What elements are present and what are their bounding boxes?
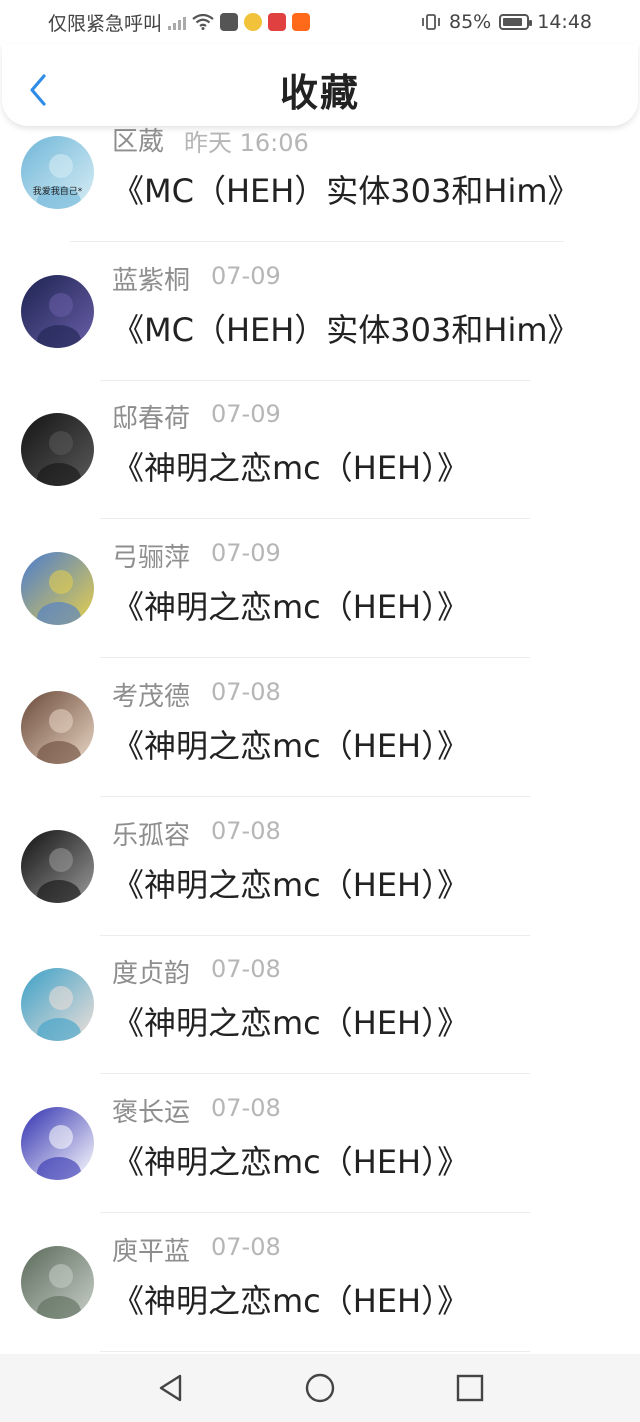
divider [100,1211,530,1213]
divider [100,1350,530,1352]
favorite-content[interactable]: 《MC（HEH）实体303和Him》 [112,166,580,212]
nav-recents-button[interactable] [450,1368,490,1408]
page-title: 收藏 [279,70,360,115]
signal-icon [168,14,187,30]
favorites-list[interactable]: 我爱我自己* 区葳 昨天 16:06 《MC（HEH）实体303和Him》 蓝紫桐 07-… [0,126,640,1354]
favorite-content[interactable]: 《MC（HEH）实体303和Him》 [112,305,580,351]
avatar[interactable] [21,274,94,348]
sender-name: 度贞韵 [112,959,191,990]
avatar[interactable] [21,552,94,626]
favorite-content[interactable]: 《神明之恋mc（HEH）》 [112,1137,469,1183]
circle-home-icon [305,1373,335,1403]
favorite-content[interactable]: 《神明之恋mc（HEH）》 [112,998,469,1044]
favorite-content[interactable]: 《神明之恋mc（HEH）》 [112,1276,469,1322]
nav-back-button[interactable] [150,1368,190,1408]
divider [70,241,564,242]
emoji-app-icon [244,13,263,31]
sender-name: 褒长运 [112,1097,191,1128]
divider [100,1073,530,1075]
avatar[interactable]: 我爱我自己* [21,136,94,209]
sender-name: 乐孤容 [112,820,191,851]
book-app-icon [268,13,287,31]
list-item[interactable]: 度贞韵 07-08 《神明之恋mc（HEH）》 [0,946,640,1085]
list-item[interactable]: 考茂德 07-08 《神明之恋mc（HEH）》 [0,669,640,808]
chevron-left-icon [30,74,46,106]
divider [100,518,530,520]
battery-percent: 85% [449,11,492,33]
sender-name: 区葳 [112,127,165,157]
avatar[interactable] [21,1245,94,1319]
status-right: 85% 14:48 [421,11,592,33]
avatar[interactable] [21,413,94,487]
avatar[interactable] [21,690,94,764]
message-app-icon [220,13,239,31]
timestamp: 07-09 [211,261,281,290]
taobao-app-icon [292,13,311,31]
status-bar: 仅限紧急呼叫 85% 14:48 [0,0,640,44]
timestamp: 07-08 [211,816,281,845]
divider [100,934,530,936]
timestamp: 07-08 [211,955,281,984]
navigation-bar [0,1354,640,1422]
back-button[interactable] [24,72,54,108]
divider [100,795,530,797]
sender-name: 庾平蓝 [112,1236,191,1267]
list-item[interactable]: 蓝紫桐 07-09 《MC（HEH）实体303和Him》 [0,253,640,392]
status-left: 仅限紧急呼叫 [48,9,311,36]
triangle-back-icon [159,1374,182,1402]
wifi-icon [192,14,214,30]
timestamp: 07-08 [211,1232,281,1261]
avatar-caption: 我爱我自己* [32,187,83,197]
header: 收藏 [2,44,638,126]
avatar[interactable] [21,1106,94,1180]
timestamp: 07-08 [211,677,281,706]
list-item[interactable]: 褒长运 07-08 《神明之恋mc（HEH）》 [0,1085,640,1224]
avatar[interactable] [21,829,94,903]
timestamp: 昨天 16:06 [184,129,309,157]
square-recents-icon [456,1374,484,1402]
divider [100,379,530,381]
battery-icon [499,14,533,30]
list-item[interactable]: 我爱我自己* 区葳 昨天 16:06 《MC（HEH）实体303和Him》 [0,126,640,253]
avatar[interactable] [21,968,94,1042]
list-item[interactable]: 庾平蓝 07-08 《神明之恋mc（HEH）》 [0,1224,640,1354]
timestamp: 07-08 [211,1093,281,1122]
sender-name: 蓝紫桐 [112,265,191,296]
list-item[interactable]: 乐孤容 07-08 《神明之恋mc（HEH）》 [0,808,640,947]
list-item[interactable]: 弓骊萍 07-09 《神明之恋mc（HEH）》 [0,530,640,669]
favorite-content[interactable]: 《神明之恋mc（HEH）》 [112,860,469,906]
sender-name: 考茂德 [112,681,191,712]
favorite-content[interactable]: 《神明之恋mc（HEH）》 [112,721,469,767]
favorite-content[interactable]: 《神明之恋mc（HEH）》 [112,582,469,628]
nav-home-button[interactable] [300,1368,340,1408]
divider [100,657,530,659]
sender-name: 弓骊萍 [112,543,191,574]
list-item[interactable]: 邸春荷 07-09 《神明之恋mc（HEH）》 [0,391,640,530]
carrier-text: 仅限紧急呼叫 [48,12,163,35]
timestamp: 07-09 [211,539,281,568]
vibrate-icon [422,14,440,30]
sender-name: 邸春荷 [112,404,191,435]
timestamp: 07-09 [211,400,281,429]
clock: 14:48 [537,11,592,33]
favorite-content[interactable]: 《神明之恋mc（HEH）》 [112,443,469,489]
